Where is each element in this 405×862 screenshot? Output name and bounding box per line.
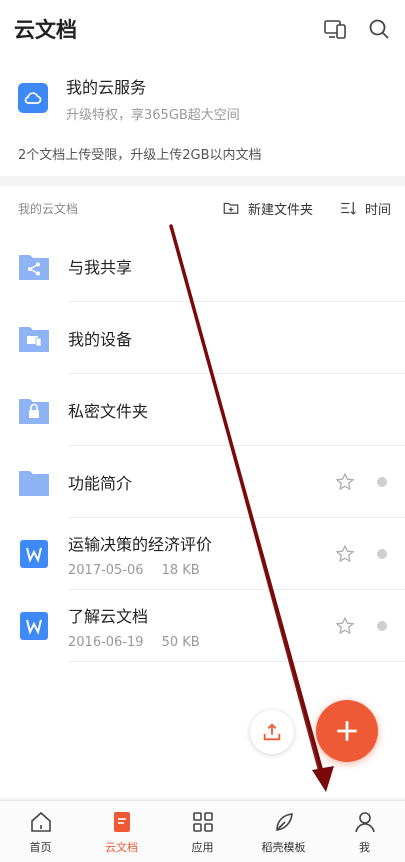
- add-button[interactable]: [316, 700, 378, 762]
- more-dot-icon[interactable]: [377, 621, 387, 631]
- home-icon: [30, 811, 51, 832]
- cloud-doc-icon: [113, 812, 130, 832]
- page-title: 云文档: [14, 18, 77, 42]
- item-name: 与我共享: [68, 258, 133, 277]
- list-item[interactable]: 我的设备: [0, 302, 405, 374]
- item-name: 运输决策的经济评价: [68, 534, 213, 554]
- leaf-icon: [275, 813, 293, 831]
- item-name: 功能简介: [68, 474, 133, 493]
- devices-icon[interactable]: [323, 17, 347, 41]
- tab-me[interactable]: 我: [324, 801, 405, 862]
- search-icon[interactable]: [367, 17, 391, 41]
- cloud-service-card[interactable]: 我的云服务 升级特权，享365GB超大空间 2个文档上传受限，升级上传2GB以内…: [0, 58, 405, 176]
- item-name: 我的设备: [68, 330, 133, 349]
- list-item[interactable]: 了解云文档 2016-06-19 50 KB: [0, 590, 405, 662]
- item-date: 2017-05-06: [68, 562, 144, 578]
- list-item[interactable]: 私密文件夹: [0, 374, 405, 446]
- upload-icon: [263, 723, 281, 741]
- sort-icon: [341, 202, 356, 215]
- folder-icon: [18, 467, 50, 497]
- tab-label: 云文档: [105, 841, 138, 854]
- cloud-icon: [18, 83, 48, 113]
- list-item[interactable]: 运输决策的经济评价 2017-05-06 18 KB: [0, 518, 405, 590]
- upload-button[interactable]: [250, 710, 294, 754]
- app-header: 云文档: [0, 0, 405, 58]
- sort-button[interactable]: 时间: [339, 199, 391, 218]
- user-icon: [354, 812, 375, 833]
- new-folder-label: 新建文件夹: [247, 202, 313, 218]
- list-header: 我的云文档 新建文件夹 时间: [0, 186, 405, 230]
- sort-label: 时间: [364, 202, 391, 218]
- cloud-service-subtitle: 升级特权，享365GB超大空间: [66, 107, 240, 123]
- word-doc-icon: [18, 539, 50, 569]
- tab-label: 我: [359, 841, 370, 854]
- tab-cloud-docs[interactable]: 云文档: [81, 801, 162, 862]
- list-item[interactable]: 与我共享: [0, 230, 405, 302]
- item-name: 了解云文档: [68, 606, 149, 626]
- tab-label: 应用: [191, 841, 214, 854]
- private-folder-icon: [18, 395, 50, 425]
- cloud-service-title: 我的云服务: [66, 77, 147, 97]
- tab-apps[interactable]: 应用: [162, 801, 243, 862]
- item-size: 50 KB: [161, 634, 200, 650]
- shared-folder-icon: [18, 251, 50, 281]
- tab-templates[interactable]: 稻壳模板: [243, 801, 324, 862]
- section-title: 我的云文档: [18, 201, 79, 216]
- tab-label: 稻壳模板: [261, 841, 306, 854]
- list-item[interactable]: 功能简介: [0, 446, 405, 518]
- upload-limit-notice[interactable]: 2个文档上传受限，升级上传2GB以内文档: [18, 144, 262, 163]
- plus-icon: [337, 721, 357, 741]
- device-folder-icon: [18, 323, 50, 353]
- apps-grid-icon: [192, 812, 213, 832]
- bottom-tab-bar: 首页 云文档 应用 稻壳模板 我: [0, 800, 405, 862]
- star-icon[interactable]: [335, 616, 355, 636]
- new-folder-icon: [223, 202, 239, 214]
- more-dot-icon[interactable]: [377, 549, 387, 559]
- more-dot-icon[interactable]: [377, 477, 387, 487]
- item-date: 2016-06-19: [68, 634, 144, 650]
- item-size: 18 KB: [161, 562, 200, 578]
- star-icon[interactable]: [335, 544, 355, 564]
- tab-label: 首页: [29, 841, 52, 854]
- star-icon[interactable]: [335, 472, 355, 492]
- word-doc-icon: [18, 611, 50, 641]
- new-folder-button[interactable]: 新建文件夹: [222, 199, 313, 218]
- tab-home[interactable]: 首页: [0, 801, 81, 862]
- item-name: 私密文件夹: [68, 402, 149, 421]
